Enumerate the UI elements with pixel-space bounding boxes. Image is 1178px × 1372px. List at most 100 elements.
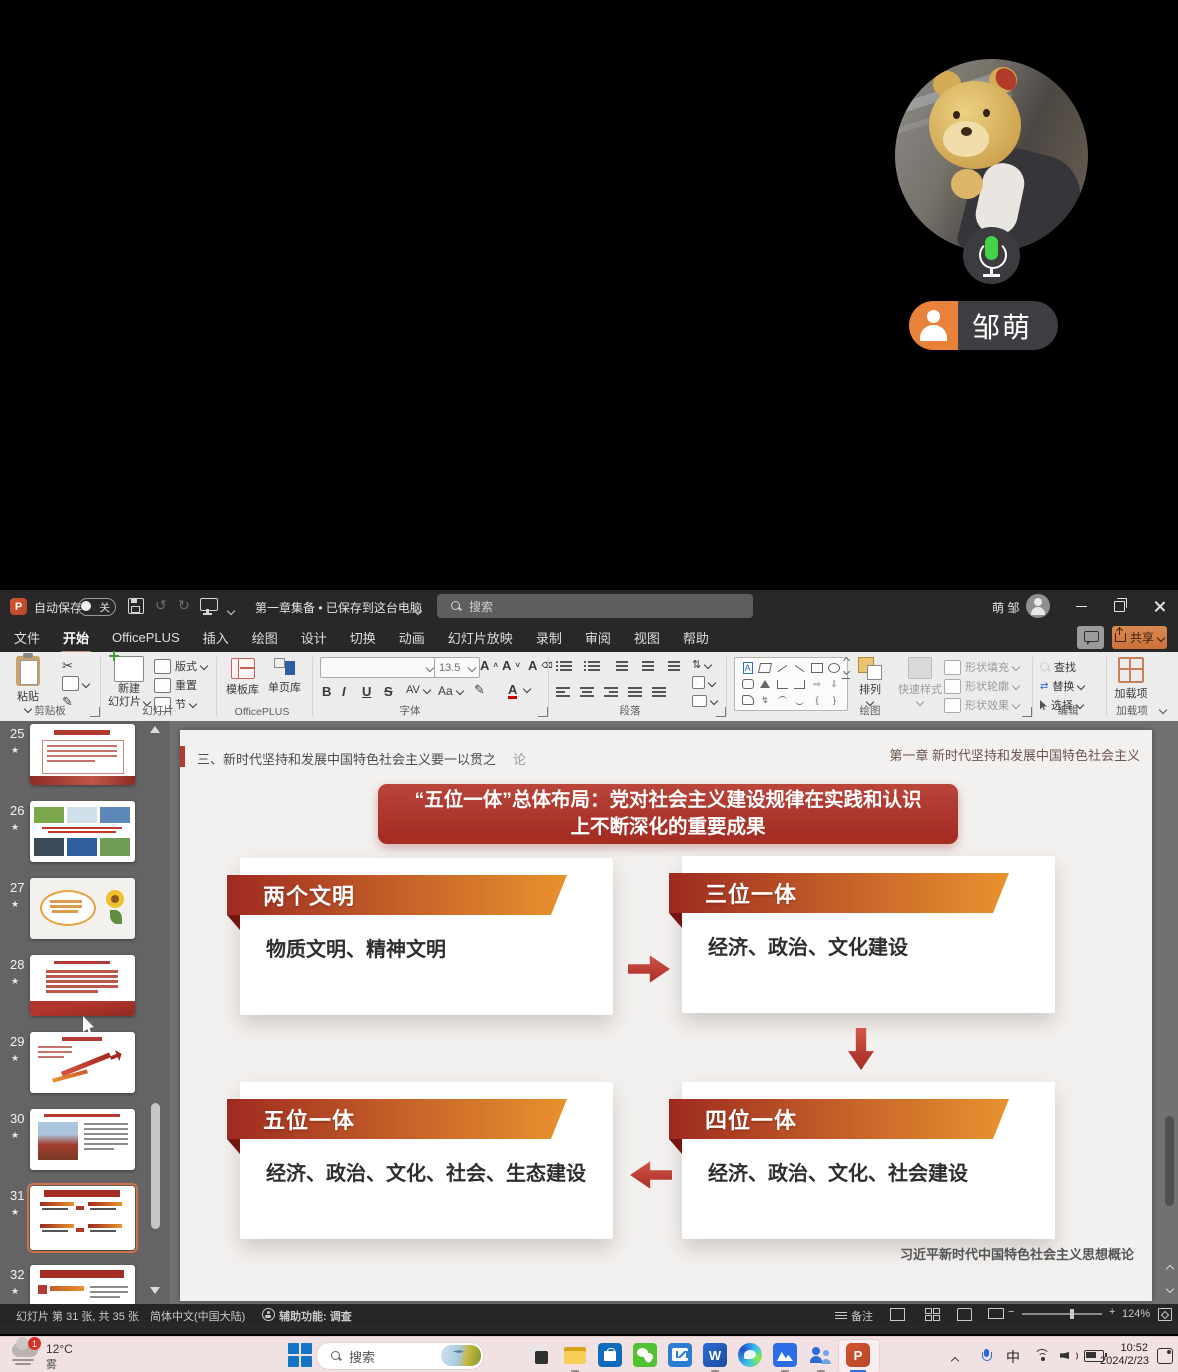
font-dialog-launcher[interactable] <box>538 707 548 717</box>
rounded-rect-shape-icon[interactable] <box>742 679 754 689</box>
curve-shape-icon[interactable] <box>795 696 804 705</box>
people-button[interactable] <box>809 1343 833 1367</box>
numbering-icon[interactable] <box>584 660 600 672</box>
notes-button[interactable]: 备注 <box>851 1308 873 1324</box>
clipboard-dialog-launcher[interactable] <box>90 707 100 717</box>
save-icon[interactable] <box>128 598 144 614</box>
arrow-right-icon[interactable] <box>628 952 670 986</box>
user-avatar[interactable] <box>1026 594 1050 618</box>
right-arrow-shape-icon[interactable]: ⇨ <box>813 679 821 690</box>
app-n-button[interactable] <box>668 1343 692 1367</box>
file-explorer-button[interactable] <box>563 1343 587 1367</box>
slide-canvas[interactable]: 三、新时代坚持和发展中国特色社会主义要一以贯之 论 第一章 新时代坚持和发展中国… <box>180 730 1152 1301</box>
close-button[interactable] <box>1140 590 1178 623</box>
wechat-button[interactable] <box>633 1343 657 1367</box>
font-size-combo[interactable]: 13.5 <box>434 657 480 678</box>
powerpoint-taskbar-button[interactable]: P <box>846 1343 870 1367</box>
align-left-icon[interactable] <box>556 686 570 698</box>
powerpoint-app-icon[interactable]: P <box>10 598 27 615</box>
line-shape-icon[interactable] <box>777 665 787 672</box>
content-box-three-in-one[interactable]: 三位一体 经济、政治、文化建设 <box>682 856 1055 1013</box>
content-box-two-civilizations[interactable]: 两个文明 物质文明、精神文明 <box>240 858 613 1015</box>
smartart-convert-button[interactable] <box>692 695 717 707</box>
bold-button[interactable]: B <box>322 684 331 699</box>
word-button[interactable]: W <box>703 1343 727 1367</box>
shrink-font-button[interactable]: A˅ <box>502 658 520 673</box>
arrow-down-icon[interactable] <box>848 1028 874 1070</box>
zoom-in-icon[interactable]: + <box>1109 1306 1115 1318</box>
tab-insert[interactable]: 插入 <box>203 628 229 647</box>
arc-shape-icon[interactable] <box>778 696 787 705</box>
share-button[interactable]: 共享 <box>1112 626 1167 649</box>
arrow-left-icon[interactable] <box>630 1158 672 1192</box>
comments-button[interactable] <box>1077 626 1104 649</box>
redo-icon[interactable]: ↻ <box>178 597 190 614</box>
arrow-shape-icon[interactable] <box>795 665 805 672</box>
notification-center-icon[interactable] <box>1157 1348 1173 1364</box>
start-slideshow-icon[interactable] <box>200 598 218 611</box>
tab-home[interactable]: 开始 <box>63 628 89 647</box>
zoom-slider-thumb[interactable] <box>1070 1309 1074 1319</box>
rectangle-shape-icon[interactable] <box>811 663 823 673</box>
zoom-out-icon[interactable]: − <box>1008 1306 1014 1318</box>
textbox-shape-icon[interactable]: A <box>743 662 753 674</box>
justify-icon[interactable] <box>628 686 642 698</box>
undo-icon[interactable]: ↺ <box>155 597 167 614</box>
zoom-level[interactable]: 124% <box>1122 1308 1150 1320</box>
tab-record[interactable]: 录制 <box>536 628 562 647</box>
italic-button[interactable]: I <box>342 684 346 699</box>
arrange-button[interactable]: 排列 <box>858 657 882 705</box>
decrease-indent-icon[interactable] <box>612 660 628 672</box>
replace-button[interactable]: ⇄替换 <box>1040 678 1084 694</box>
copy-button[interactable] <box>62 676 89 691</box>
tab-file[interactable]: 文件 <box>14 628 40 647</box>
slide-thumbnail-27[interactable] <box>30 878 135 939</box>
tab-animations[interactable]: 动画 <box>399 628 425 647</box>
slide-thumbnail-30[interactable] <box>30 1109 135 1170</box>
quick-styles-button[interactable]: 快速样式 <box>898 657 942 705</box>
tab-design[interactable]: 设计 <box>301 628 327 647</box>
underline-button[interactable]: U <box>362 684 371 699</box>
start-button[interactable] <box>288 1343 312 1367</box>
font-color-button[interactable]: A <box>508 684 517 699</box>
bullets-icon[interactable] <box>556 660 572 672</box>
next-slide-icon[interactable] <box>1167 1279 1173 1297</box>
tray-expand-icon[interactable] <box>952 1351 958 1369</box>
wifi-icon[interactable] <box>1034 1349 1050 1361</box>
slide-scrollbar-thumb[interactable] <box>1165 1116 1174 1206</box>
document-title[interactable]: 第一章集备 • 已保存到这台电脑 <box>255 599 422 616</box>
align-center-icon[interactable] <box>580 686 594 698</box>
thumbnail-scroll-down-icon[interactable] <box>150 1287 160 1294</box>
microphone-status-badge[interactable] <box>963 227 1020 284</box>
tray-microphone-icon[interactable] <box>982 1349 990 1361</box>
microsoft-store-button[interactable] <box>598 1343 622 1367</box>
strikethrough-button[interactable]: S <box>384 684 393 699</box>
tab-slideshow[interactable]: 幻灯片放映 <box>448 628 513 647</box>
paragraph-dialog-launcher[interactable] <box>716 707 726 717</box>
autosave-toggle[interactable]: 关 <box>78 598 116 616</box>
drawing-dialog-launcher[interactable] <box>1022 707 1032 717</box>
clock[interactable]: 10:52 2024/2/23 <box>1100 1342 1148 1368</box>
meeting-app-button[interactable] <box>773 1343 797 1367</box>
down-arrow-shape-icon[interactable]: ⇩ <box>831 679 839 690</box>
tab-view[interactable]: 视图 <box>634 628 660 647</box>
content-box-four-in-one[interactable]: 四位一体 经济、政治、文化、社会建设 <box>682 1082 1055 1239</box>
previous-slide-icon[interactable] <box>1167 1259 1173 1277</box>
reading-view-icon[interactable] <box>957 1308 972 1321</box>
slide-thumbnail-28[interactable] <box>30 955 135 1016</box>
connector-shape-icon[interactable] <box>794 680 805 689</box>
character-spacing-button[interactable]: AV <box>406 684 430 696</box>
slide-title-banner[interactable]: “五位一体”总体布局：党对社会主义建设规律在实践和认识 上不断深化的重要成果 <box>378 784 958 844</box>
accessibility-status[interactable]: 辅助功能: 调查 <box>279 1308 352 1324</box>
grow-font-button[interactable]: A˄ <box>480 658 498 673</box>
layout-button[interactable]: 版式 <box>154 658 207 674</box>
shapes-gallery-scroll[interactable] <box>842 658 850 679</box>
slide-thumbnail-25[interactable] <box>30 724 135 785</box>
zoom-slider[interactable] <box>1022 1313 1102 1315</box>
oval-shape-icon[interactable] <box>828 663 840 673</box>
text-highlight-button[interactable]: ✎ <box>474 682 485 698</box>
tab-help[interactable]: 帮助 <box>683 628 709 647</box>
search-box[interactable]: 搜索 <box>437 594 753 618</box>
align-right-icon[interactable] <box>604 686 618 698</box>
slide-thumbnail-29[interactable] <box>30 1032 135 1093</box>
